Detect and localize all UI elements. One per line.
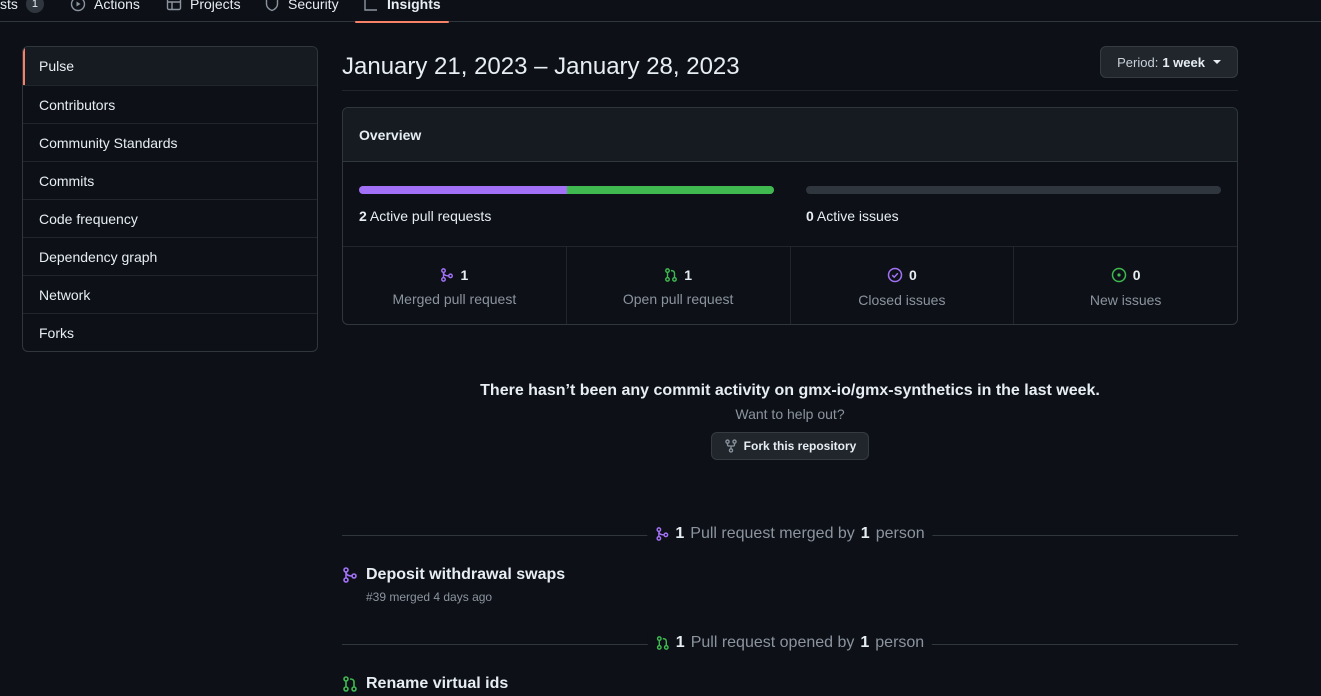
merged-section-heading: 1 Pull request merged by 1 person: [647, 525, 933, 543]
overview-bars: 2 Active pull requests 0 Active issues: [343, 162, 1237, 247]
pull-request-icon: [656, 636, 670, 650]
merged-segment: [359, 186, 567, 194]
stat-new-issues[interactable]: 0 New issues: [1013, 247, 1237, 324]
pull-request-icon: [664, 268, 678, 282]
merge-icon: [655, 527, 669, 541]
opened-pr-item: Rename virtual ids: [342, 675, 942, 693]
stat-number: 1: [460, 267, 469, 283]
play-icon: [70, 0, 86, 12]
sidebar-item-dependency-graph[interactable]: Dependency graph: [23, 237, 317, 275]
table-icon: [166, 0, 182, 12]
tab-actions[interactable]: Actions: [70, 0, 140, 22]
active-issues-text: 0 Active issues: [806, 208, 1221, 224]
caret-down-icon: [1213, 60, 1221, 64]
opened-people-count: 1: [860, 634, 870, 651]
merged-section-divider: 1 Pull request merged by 1 person: [342, 525, 1238, 545]
merged-pr-title-link[interactable]: Deposit withdrawal swaps: [366, 566, 565, 584]
tab-label: Insights: [387, 0, 441, 12]
no-commit-activity: There hasn’t been any commit activity on…: [342, 382, 1238, 460]
shield-icon: [264, 0, 280, 12]
tab-label: sts: [0, 0, 18, 12]
tab-label: Actions: [94, 0, 140, 12]
tab-security[interactable]: Security: [264, 0, 339, 22]
date-range-title: January 21, 2023 – January 28, 2023: [342, 53, 740, 80]
stat-label: Open pull request: [622, 291, 734, 307]
sidebar-item-code-frequency[interactable]: Code frequency: [23, 199, 317, 237]
active-pull-requests-count: 2: [359, 208, 367, 224]
stat-number: 1: [684, 267, 693, 283]
stat-label: Closed issues: [858, 292, 946, 308]
issue-open-icon: [1111, 267, 1127, 283]
opened-count: 1: [675, 634, 685, 651]
period-dropdown-button[interactable]: Period: 1 week: [1100, 46, 1238, 78]
opened-pr-title-link[interactable]: Rename virtual ids: [366, 675, 508, 693]
fork-icon: [724, 439, 738, 453]
open-segment: [566, 186, 774, 194]
repo-tab-bar: sts 1 Actions Projects Security Insights: [0, 0, 1321, 23]
active-pull-requests-text: 2 Active pull requests: [359, 208, 774, 224]
active-pull-requests-label: Active pull requests: [369, 208, 492, 224]
issues-summary[interactable]: 0 Active issues: [806, 186, 1221, 224]
sidebar-item-commits[interactable]: Commits: [23, 161, 317, 199]
opened-section-divider: 1 Pull request opened by 1 person: [342, 634, 1238, 654]
active-issues-count: 0: [806, 208, 814, 224]
pull-requests-progress-bar: [359, 186, 774, 194]
sidebar-item-forks[interactable]: Forks: [23, 313, 317, 351]
stat-merged-pull-requests[interactable]: 1 Merged pull request: [343, 247, 566, 324]
pull-requests-summary[interactable]: 2 Active pull requests: [359, 186, 774, 224]
merged-people-count: 1: [860, 525, 870, 542]
issues-progress-bar: [806, 186, 1221, 194]
tab-count-badge: 1: [25, 0, 44, 13]
stat-open-pull-requests[interactable]: 1 Open pull request: [565, 247, 790, 324]
insights-sidebar: Pulse Contributors Community Standards C…: [22, 46, 318, 352]
tab-insights[interactable]: Insights: [355, 0, 449, 23]
overview-stats: 1 Merged pull request 1 Open pull reques…: [343, 247, 1237, 324]
overview-box: Overview 2 Active pull requests 0 Active…: [342, 107, 1238, 325]
tab-label: Security: [288, 0, 339, 12]
graph-icon: [363, 0, 379, 12]
merge-icon: [342, 567, 358, 583]
tab-label: Projects: [190, 0, 241, 12]
merged-text: Pull request merged by: [690, 525, 855, 542]
merged-pr-item: Deposit withdrawal swaps #39 merged 4 da…: [342, 566, 942, 604]
sidebar-item-pulse[interactable]: Pulse: [23, 47, 317, 85]
sidebar-item-community-standards[interactable]: Community Standards: [23, 123, 317, 161]
help-out-text: Want to help out?: [735, 406, 845, 422]
merged-person-text: person: [875, 525, 925, 542]
pull-request-icon: [342, 676, 358, 692]
sidebar-item-network[interactable]: Network: [23, 275, 317, 313]
opened-section-heading: 1 Pull request opened by 1 person: [647, 634, 933, 652]
pulse-header: January 21, 2023 – January 28, 2023 Peri…: [342, 46, 1238, 91]
stat-closed-issues[interactable]: 0 Closed issues: [789, 247, 1014, 324]
period-label: Period:: [1117, 54, 1159, 70]
stat-label: Merged pull request: [392, 291, 517, 307]
stat-number: 0: [908, 267, 917, 283]
stat-label: New issues: [1089, 292, 1162, 308]
no-commit-title: There hasn’t been any commit activity on…: [480, 382, 1100, 399]
fork-button-label: Fork this repository: [743, 439, 857, 453]
active-issues-label: Active issues: [816, 208, 899, 224]
merge-icon: [440, 268, 454, 282]
opened-text: Pull request opened by: [690, 634, 855, 651]
pulse-page: sts 1 Actions Projects Security Insights…: [0, 0, 1321, 696]
overview-title: Overview: [343, 108, 1237, 162]
fork-repository-button[interactable]: Fork this repository: [710, 432, 870, 460]
tab-projects[interactable]: Projects: [166, 0, 241, 22]
issue-closed-icon: [887, 267, 903, 283]
period-value: 1 week: [1162, 54, 1205, 70]
merged-count: 1: [675, 525, 685, 542]
opened-person-text: person: [875, 634, 925, 651]
stat-number: 0: [1132, 267, 1141, 283]
merged-pr-meta: #39 merged 4 days ago: [366, 590, 493, 604]
tab-pull-requests[interactable]: sts 1: [0, 0, 44, 22]
sidebar-item-contributors[interactable]: Contributors: [23, 85, 317, 123]
